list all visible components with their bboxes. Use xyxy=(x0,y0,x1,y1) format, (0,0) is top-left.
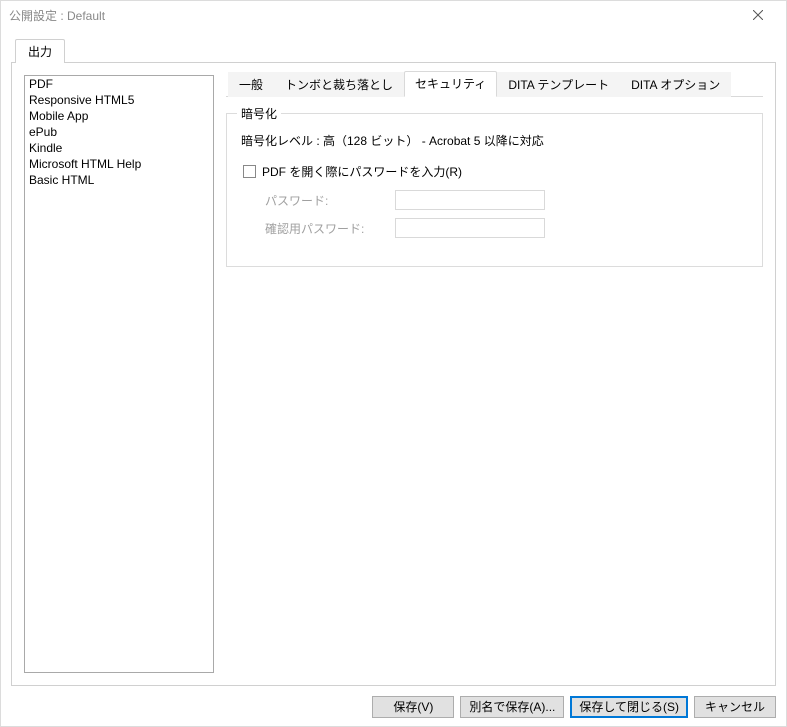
titlebar: 公開設定 : Default xyxy=(1,1,786,29)
encryption-group-title: 暗号化 xyxy=(237,105,281,122)
button-label: 保存(V) xyxy=(393,700,433,714)
formats-column: PDF Responsive HTML5 Mobile App ePub Kin… xyxy=(24,75,214,673)
settings-column: 一般 トンボと裁ち落とし セキュリティ DITA テンプレート DITA オプシ… xyxy=(226,75,763,673)
tab-output[interactable]: 出力 xyxy=(15,39,65,63)
list-item[interactable]: Mobile App xyxy=(25,108,214,124)
tab-label: 一般 xyxy=(239,78,263,92)
tab-label: トンボと裁ち落とし xyxy=(285,78,393,92)
encryption-level-text: 暗号化レベル : 高（128 ビット） - Acrobat 5 以降に対応 xyxy=(241,132,748,149)
list-item-label: Basic HTML xyxy=(29,173,94,187)
tab-general[interactable]: 一般 xyxy=(228,72,274,97)
output-panel: PDF Responsive HTML5 Mobile App ePub Kin… xyxy=(11,62,776,686)
list-item-label: Kindle xyxy=(29,141,62,155)
list-item[interactable]: Responsive HTML5 xyxy=(25,92,214,108)
list-item[interactable]: Basic HTML xyxy=(25,172,214,188)
save-button[interactable]: 保存(V) xyxy=(372,696,454,718)
save-and-close-button[interactable]: 保存して閉じる(S) xyxy=(570,696,688,718)
list-item[interactable]: PDF xyxy=(25,76,214,92)
outer-tab-header: 出力 xyxy=(11,41,776,63)
confirm-password-input[interactable] xyxy=(395,218,545,238)
output-tab-container: 出力 PDF Responsive HTML5 Mobile App ePub … xyxy=(11,41,776,686)
dialog-buttons: 保存(V) 別名で保存(A)... 保存して閉じる(S) キャンセル xyxy=(372,696,776,718)
tab-output-label: 出力 xyxy=(28,45,52,59)
encryption-group: 暗号化 暗号化レベル : 高（128 ビット） - Acrobat 5 以降に対… xyxy=(226,113,763,267)
button-label: キャンセル xyxy=(705,700,765,714)
dialog-body: 出力 PDF Responsive HTML5 Mobile App ePub … xyxy=(1,29,786,726)
button-label: 別名で保存(A)... xyxy=(469,700,555,714)
confirm-password-row: 確認用パスワード: xyxy=(265,218,748,238)
list-item-label: Responsive HTML5 xyxy=(29,93,134,107)
password-required-label: PDF を開く際にパスワードを入力(R) xyxy=(262,163,462,180)
list-item[interactable]: Microsoft HTML Help xyxy=(25,156,214,172)
close-icon xyxy=(753,10,763,20)
window-title: 公開設定 : Default xyxy=(9,7,738,24)
list-item[interactable]: ePub xyxy=(25,124,214,140)
tab-label: DITA テンプレート xyxy=(508,78,609,92)
password-required-row[interactable]: PDF を開く際にパスワードを入力(R) xyxy=(243,163,748,180)
password-row: パスワード: xyxy=(265,190,748,210)
formats-listbox[interactable]: PDF Responsive HTML5 Mobile App ePub Kin… xyxy=(24,75,214,673)
list-item-label: PDF xyxy=(29,77,53,91)
tab-marks-bleeds[interactable]: トンボと裁ち落とし xyxy=(274,72,404,97)
tab-label: セキュリティ xyxy=(415,77,486,91)
confirm-password-label: 確認用パスワード: xyxy=(265,220,395,237)
tab-security[interactable]: セキュリティ xyxy=(404,71,497,97)
list-item-label: Mobile App xyxy=(29,109,88,123)
cancel-button[interactable]: キャンセル xyxy=(694,696,776,718)
checkbox-icon[interactable] xyxy=(243,165,256,178)
save-as-button[interactable]: 別名で保存(A)... xyxy=(460,696,564,718)
tab-label: DITA オプション xyxy=(631,78,720,92)
inner-tabs: 一般 トンボと裁ち落とし セキュリティ DITA テンプレート DITA オプシ… xyxy=(226,75,763,97)
tab-dita-templates[interactable]: DITA テンプレート xyxy=(497,72,620,97)
list-item-label: Microsoft HTML Help xyxy=(29,157,141,171)
close-button[interactable] xyxy=(738,1,778,29)
password-label: パスワード: xyxy=(265,192,395,209)
tab-dita-options[interactable]: DITA オプション xyxy=(620,72,731,97)
password-input[interactable] xyxy=(395,190,545,210)
button-label: 保存して閉じる(S) xyxy=(579,700,679,714)
list-item[interactable]: Kindle xyxy=(25,140,214,156)
list-item-label: ePub xyxy=(29,125,57,139)
columns: PDF Responsive HTML5 Mobile App ePub Kin… xyxy=(24,75,763,673)
